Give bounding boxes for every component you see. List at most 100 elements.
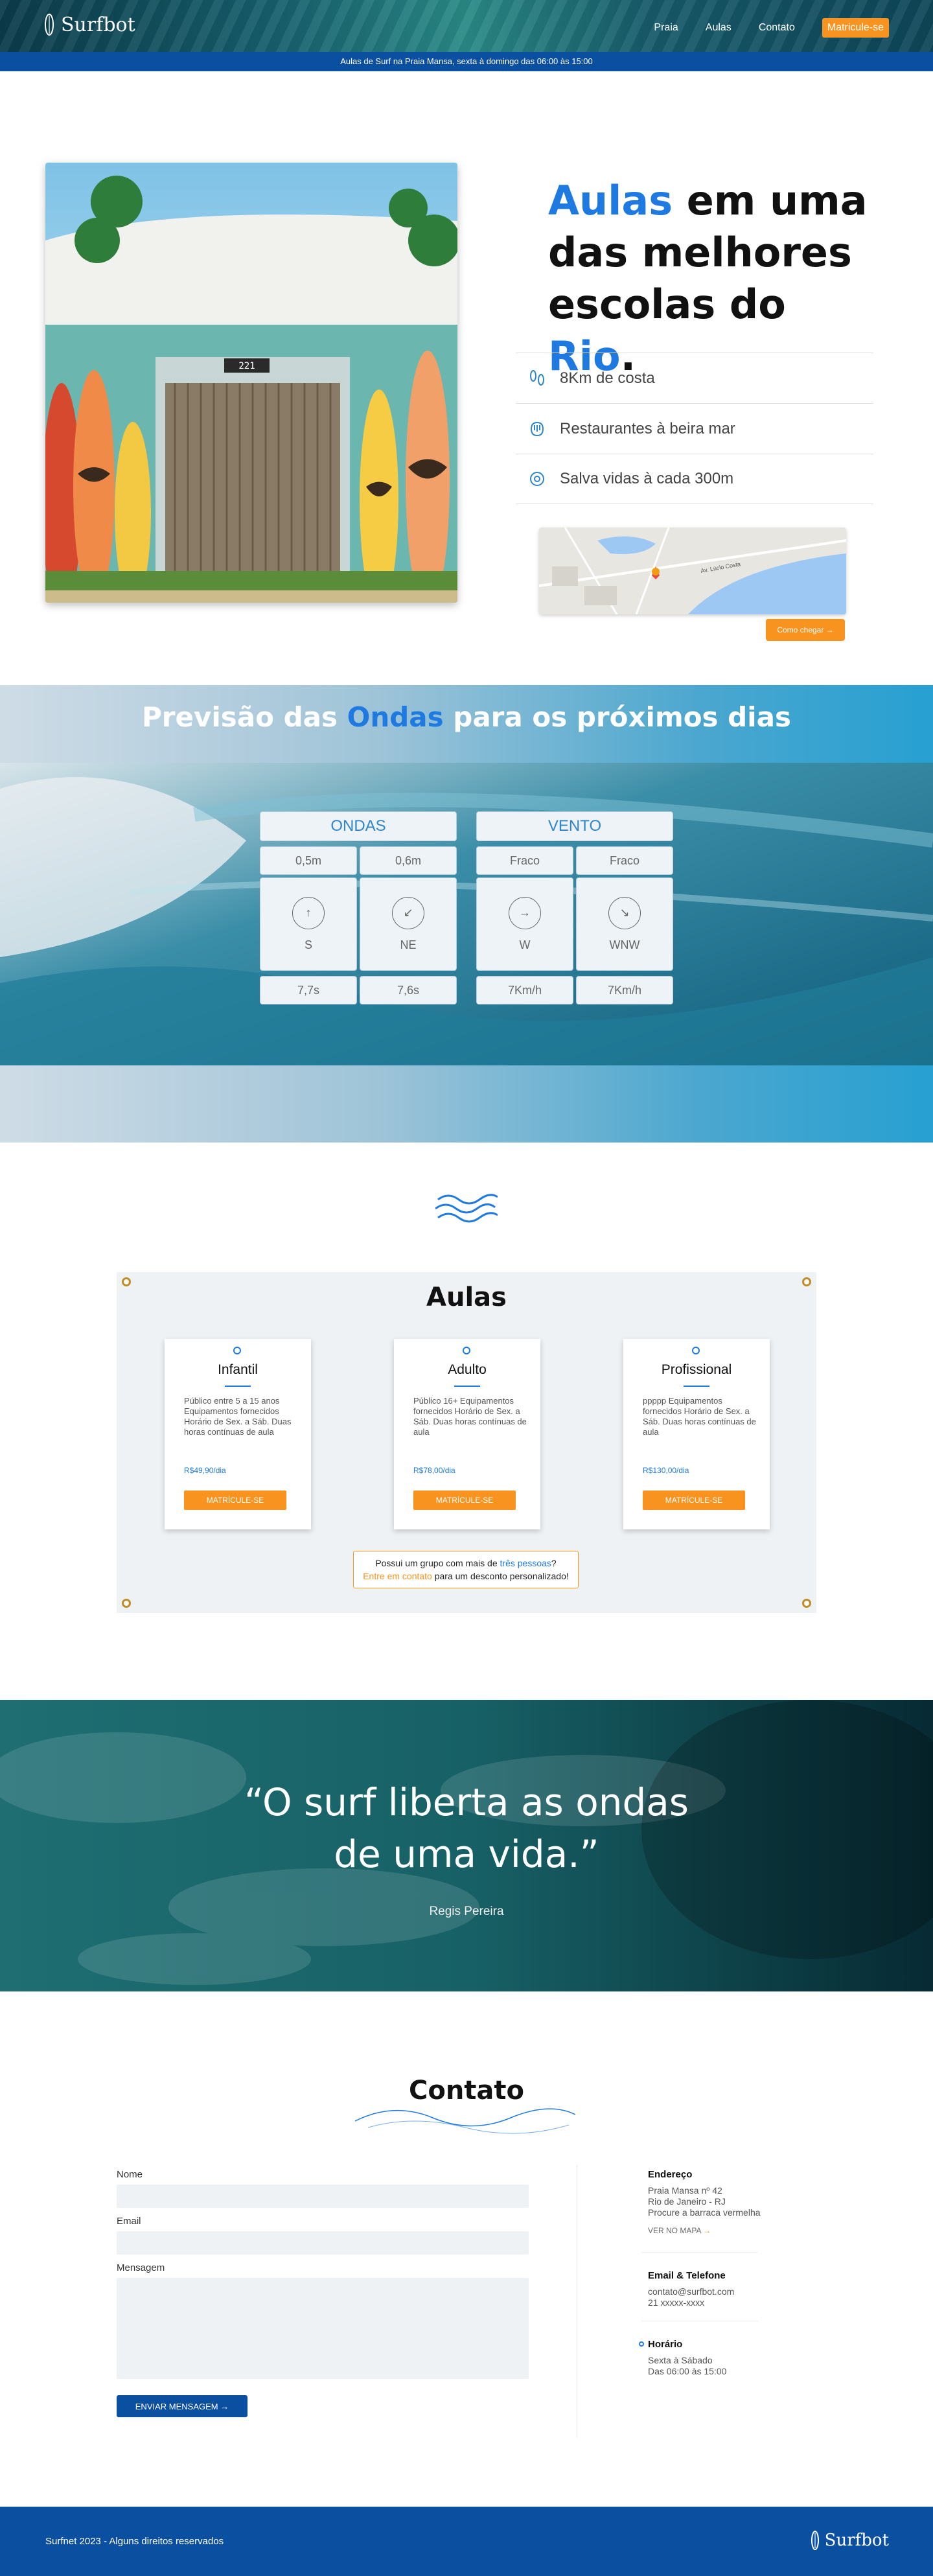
group-discount-box: Possui um grupo com mais de três pessoas… xyxy=(353,1551,579,1588)
hero-title-highlight-aulas: Aulas xyxy=(548,177,673,224)
feature-item: Restaurantes à beira mar xyxy=(516,403,873,454)
waves-forecast: ONDAS 0,5m 0,6m ↑ S ↙ NE 7,7s 7,6s xyxy=(260,811,457,1007)
card-title: Infantil xyxy=(218,1362,258,1377)
logo[interactable]: Surfbot xyxy=(44,13,135,36)
corner-dot xyxy=(802,1599,811,1608)
hero-section: 221 Aulas em uma das melhores escolas do… xyxy=(0,71,933,685)
card-underline xyxy=(225,1386,251,1387)
address-line: Praia Mansa nº 42 xyxy=(648,2185,722,2196)
title-wave-decoration xyxy=(355,2108,575,2134)
beach-map[interactable]: Av. Lúcio Costa xyxy=(539,528,846,614)
message-label: Mensagem xyxy=(117,2262,165,2273)
name-label: Nome xyxy=(117,2169,143,2180)
wind-speed: 7Km/h xyxy=(476,976,573,1004)
quote-line: “O surf liberta as ondas xyxy=(244,1780,689,1824)
feature-label: Salva vidas à cada 300m xyxy=(560,470,734,487)
group-highlight: três pessoas xyxy=(500,1558,551,1568)
card-description: ppppp Equipamentos fornecidos Horário de… xyxy=(643,1396,756,1437)
wave-photo xyxy=(0,763,933,1065)
corner-dot xyxy=(122,1599,131,1608)
footprints-icon xyxy=(530,369,544,386)
address-block: Endereço Praia Mansa nº 42 Rio de Janeir… xyxy=(648,2169,765,2235)
hours-line: Das 06:00 às 15:00 xyxy=(648,2366,727,2376)
arrow-down-right-icon: ↘ xyxy=(608,896,641,929)
email-label: Email xyxy=(117,2216,141,2227)
hero-title: Aulas em uma das melhores escolas do Rio… xyxy=(548,175,885,382)
food-icon xyxy=(530,421,544,436)
classes-panel: Aulas Infantil Público entre 5 a 15 anos… xyxy=(117,1272,816,1613)
phone-text[interactable]: 21 xxxxx-xxxx xyxy=(648,2297,765,2308)
wind-strength: Fraco xyxy=(476,846,573,875)
forecast-title: Previsão das Ondas para os próximos dias xyxy=(0,701,933,733)
card-price: R$78,00/dia xyxy=(413,1466,455,1475)
card-underline xyxy=(454,1386,480,1387)
feature-label: 8Km de costa xyxy=(560,369,655,387)
class-card-adulto: Adulto Público 16+ Equipamentos fornecid… xyxy=(394,1339,540,1529)
info-bar: Aulas de Surf na Praia Mansa, sexta à do… xyxy=(0,52,933,71)
quote-section: “O surf liberta as ondas de uma vida.” Re… xyxy=(0,1700,933,1991)
surfboard-icon xyxy=(45,14,54,36)
feature-item: 8Km de costa xyxy=(516,353,873,403)
wave-height: 0,5m xyxy=(260,846,357,875)
nav-aulas[interactable]: Aulas xyxy=(706,22,731,34)
house-number: 221 xyxy=(238,361,255,371)
enroll-adulto-button[interactable]: MATRÍCULE-SE xyxy=(413,1491,516,1510)
name-input[interactable] xyxy=(117,2185,529,2208)
wave-period: 7,7s xyxy=(260,976,357,1004)
site-footer: Surfnet 2023 - Alguns direitos reservado… xyxy=(0,2507,933,2576)
direction-label: NE xyxy=(400,938,417,951)
nav-contato[interactable]: Contato xyxy=(759,22,795,34)
nav-praia[interactable]: Praia xyxy=(654,22,678,34)
send-message-button[interactable]: ENVIAR MENSAGEM → xyxy=(117,2395,248,2417)
contact-section: Contato Nome Email Mensagem ENVIAR MENSA… xyxy=(0,1991,933,2507)
card-underline xyxy=(684,1386,709,1387)
card-description: Público 16+ Equipamentos fornecidos Horá… xyxy=(413,1396,527,1437)
contact-title: Contato xyxy=(408,2076,525,2106)
classes-title: Aulas xyxy=(426,1282,507,1312)
como-chegar-button[interactable]: Como chegar → xyxy=(766,619,845,641)
card-dot-icon xyxy=(233,1347,241,1354)
forecast-title-end: para os próximos dias xyxy=(443,701,791,733)
wind-forecast: VENTO Fraco Fraco → W ↘ WNW 7Km/h 7Km/h xyxy=(476,811,673,1007)
classes-section: Aulas Infantil Público entre 5 a 15 anos… xyxy=(0,1143,933,1700)
quote-text: “O surf liberta as ondas de uma vida.” xyxy=(0,1776,933,1880)
quote-author: Regis Pereira xyxy=(429,1905,504,1918)
group-text: Possui um grupo com mais de xyxy=(375,1558,500,1568)
waves-icon xyxy=(435,1194,498,1223)
info-separator xyxy=(641,2252,758,2253)
contact-link[interactable]: Entre em contato xyxy=(363,1571,432,1581)
class-card-profissional: Profissional ppppp Equipamentos fornecid… xyxy=(623,1339,770,1529)
arrow-right-icon: → xyxy=(703,2226,711,2235)
lifebuoy-icon xyxy=(530,472,544,486)
forecast-title-highlight: Ondas xyxy=(347,701,444,733)
card-dot-icon xyxy=(463,1347,470,1354)
address-line: Procure a barraca vermelha xyxy=(648,2207,761,2218)
group-text-end: ? xyxy=(551,1558,557,1568)
surf-shack-photo: 221 xyxy=(45,163,457,603)
address-title: Endereço xyxy=(648,2169,693,2180)
card-price: R$49,90/dia xyxy=(184,1466,226,1475)
surfboard-icon xyxy=(811,2531,819,2550)
group-text: para um desconto personalizado! xyxy=(432,1571,569,1581)
clock-dot-icon xyxy=(639,2341,644,2347)
enroll-infantil-button[interactable]: MATRÍCULE-SE xyxy=(184,1491,286,1510)
wave-direction: ↑ S xyxy=(260,877,357,971)
site-header: Surfbot Praia Aulas Contato Matricule-se xyxy=(0,0,933,52)
arrow-down-left-icon: ↙ xyxy=(392,896,424,929)
main-nav: Praia Aulas Contato Matricule-se xyxy=(654,18,889,38)
matricule-se-button[interactable]: Matricule-se xyxy=(822,18,889,38)
email-input[interactable] xyxy=(117,2231,529,2255)
direction-label: WNW xyxy=(609,938,640,951)
enroll-profissional-button[interactable]: MATRÍCULE-SE xyxy=(643,1491,745,1510)
forecast-section: Previsão das Ondas para os próximos dias… xyxy=(0,685,933,1143)
view-map-text: VER NO MAPA xyxy=(648,2226,701,2235)
email-text[interactable]: contato@surfbot.com xyxy=(648,2286,765,2297)
class-card-infantil: Infantil Público entre 5 a 15 anos Equip… xyxy=(165,1339,311,1529)
view-map-link[interactable]: VER NO MAPA → xyxy=(648,2226,765,2235)
arrow-up-icon: ↑ xyxy=(292,896,325,929)
footer-logo[interactable]: Surfbot xyxy=(811,2530,889,2551)
footer-logo-text: Surfbot xyxy=(824,2531,889,2550)
logo-text: Surfbot xyxy=(61,13,135,36)
hours-line: Sexta à Sábado xyxy=(648,2355,713,2365)
message-textarea[interactable] xyxy=(117,2278,529,2379)
